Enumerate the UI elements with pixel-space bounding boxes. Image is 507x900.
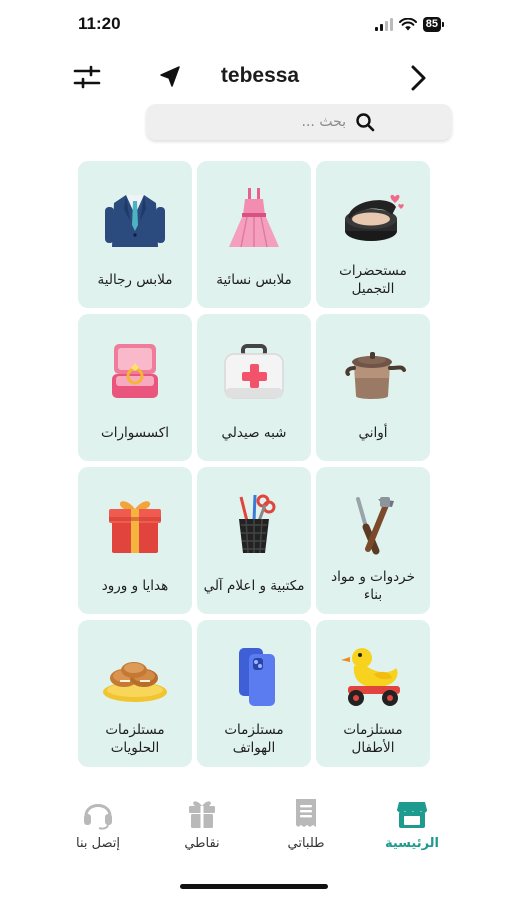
nav-home-label: الرئيسية: [384, 836, 440, 851]
sweets-icon: [103, 662, 167, 702]
nav-points-label: نقاطي: [184, 836, 220, 851]
category-label: ملابس نسائية: [216, 272, 292, 288]
status-time: 11:20: [78, 14, 121, 33]
search-input[interactable]: [146, 114, 346, 130]
category-label: مكتبية و اعلام آلي: [203, 578, 305, 594]
receipt-icon: [296, 799, 316, 827]
category-label: اكسسوارات: [101, 425, 169, 441]
nav-home[interactable]: الرئيسية: [367, 790, 457, 860]
category-label: أواني: [358, 425, 388, 441]
category-label: مستحضرات التجميل: [339, 263, 407, 297]
nav-contact[interactable]: إتصل بنا: [53, 790, 143, 860]
nav-orders-label: طلباتي: [287, 836, 325, 851]
wifi-icon: [398, 18, 417, 31]
nav-points[interactable]: نقاطي: [157, 790, 247, 860]
toy-duck-icon: [341, 648, 400, 706]
category-kids[interactable]: مستلزمات الأطفال: [316, 620, 430, 767]
phones-icon: [239, 648, 275, 706]
category-hardware[interactable]: خردوات و مواد بناء: [316, 467, 430, 614]
nav-orders[interactable]: طلباتي: [261, 790, 351, 860]
pot-icon: [345, 352, 406, 399]
gift-icon: [189, 801, 215, 828]
home-indicator[interactable]: [180, 884, 328, 889]
battery-icon: 85: [422, 17, 445, 32]
category-accessories[interactable]: اكسسوارات: [78, 314, 192, 461]
ring-box-icon: [112, 344, 158, 398]
category-office-it[interactable]: مكتبية و اعلام آلي: [197, 467, 311, 614]
filter-icon[interactable]: [72, 63, 102, 91]
category-womens-clothing[interactable]: ملابس نسائية: [197, 161, 311, 308]
headset-icon: [84, 804, 112, 830]
signal-icon: [374, 18, 393, 31]
category-gifts-flowers[interactable]: هدايا و ورود: [78, 467, 192, 614]
search-bar[interactable]: [146, 104, 452, 140]
cosmetics-icon: [345, 194, 404, 241]
status-bar: 11:20 85: [0, 0, 507, 50]
chevron-right-icon[interactable]: [404, 63, 432, 93]
suit-icon: [105, 195, 165, 247]
city-title[interactable]: tebessa: [200, 64, 320, 88]
dress-icon: [229, 188, 279, 248]
tools-icon: [356, 497, 394, 555]
nav-contact-label: إتصل بنا: [76, 836, 120, 851]
category-label: هدايا و ورود: [101, 578, 169, 594]
status-icons: 85: [374, 17, 445, 32]
category-label: شبه صيدلي: [221, 425, 287, 441]
category-grid: مستحضرات التجميل ملابس نسائية ملابس رجال…: [78, 161, 430, 767]
category-label: خردوات و مواد بناء: [331, 569, 415, 603]
search-icon[interactable]: [354, 111, 376, 133]
bottom-navigation: الرئيسية طلباتي نقاطي إتصل بنا: [0, 790, 507, 870]
category-mens-clothing[interactable]: ملابس رجالية: [78, 161, 192, 308]
location-arrow-icon[interactable]: [156, 63, 184, 91]
category-pastry-supplies[interactable]: مستلزمات الحلويات: [78, 620, 192, 767]
category-cosmetics[interactable]: مستحضرات التجميل: [316, 161, 430, 308]
category-kitchenware[interactable]: أواني: [316, 314, 430, 461]
first-aid-icon: [224, 344, 284, 399]
category-label: ملابس رجالية: [97, 272, 173, 288]
pen-holder-icon: [239, 494, 276, 554]
store-icon: [397, 802, 427, 828]
gift-icon: [109, 501, 161, 553]
category-label: مستلزمات الحلويات: [105, 722, 165, 756]
category-phone-accessories[interactable]: مستلزمات الهواتف: [197, 620, 311, 767]
header: tebessa: [0, 55, 507, 99]
category-label: مستلزمات الأطفال: [343, 722, 403, 756]
category-label: مستلزمات الهواتف: [224, 722, 284, 756]
category-pharmacy[interactable]: شبه صيدلي: [197, 314, 311, 461]
